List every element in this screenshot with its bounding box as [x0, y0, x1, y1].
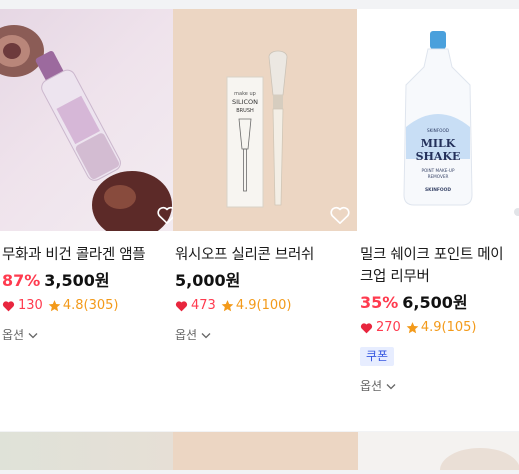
star-icon [406, 322, 419, 334]
option-label: 옵션 [2, 328, 25, 342]
product-image[interactable]: make up SILICON BRUSH [173, 9, 357, 231]
svg-text:MILK: MILK [421, 137, 456, 150]
heart-icon [2, 301, 15, 312]
chevron-down-icon [28, 332, 38, 338]
product-card[interactable]: 무화과 비건 콜라겐 앰플 87% 3,500원 130 4.8(305) 옵션 [0, 9, 184, 343]
like-count: 130 [18, 298, 43, 313]
product-image[interactable] [0, 9, 184, 231]
product-title-line: 밀크 쉐이크 포인트 메이 [360, 247, 504, 263]
brush-illustration: make up SILICON BRUSH [226, 50, 288, 208]
price-row: 5,000원 [173, 270, 357, 292]
product-image-fragment [440, 448, 519, 474]
like-count: 473 [191, 298, 216, 313]
chevron-down-icon [386, 383, 396, 389]
svg-text:REMOVER: REMOVER [428, 174, 449, 179]
review-meta: 270 4.9(105) [358, 319, 519, 337]
svg-text:SHAKE: SHAKE [416, 150, 461, 163]
star-icon [48, 300, 61, 312]
rating-value: 4.8(305) [62, 298, 119, 313]
top-band [0, 0, 519, 9]
heart-icon [175, 301, 188, 312]
review-meta: 473 4.9(100) [173, 297, 357, 315]
discount-rate: 35% [360, 293, 399, 312]
coupon-badge: 쿠폰 [360, 347, 395, 366]
svg-text:SILICON: SILICON [232, 98, 258, 106]
svg-text:BRUSH: BRUSH [236, 108, 254, 114]
product-title[interactable]: 무화과 비건 콜라겐 앰플 [0, 244, 184, 266]
product-image-next[interactable] [0, 432, 173, 470]
wishlist-heart-icon[interactable] [329, 205, 351, 225]
svg-text:make up: make up [234, 91, 256, 97]
product-image-next[interactable] [358, 432, 519, 474]
price-row: 87% 3,500원 [0, 270, 184, 292]
ampoule-illustration [0, 25, 172, 231]
product-card[interactable]: SKINFOOD MILK SHAKE POINT MAKE-UP REMOVE… [358, 9, 519, 394]
option-label: 옵션 [175, 328, 198, 342]
product-title-line: 크업 리무버 [360, 269, 430, 285]
rating-value: 4.9(100) [235, 298, 292, 313]
option-label: 옵션 [360, 379, 383, 393]
product-title[interactable]: 워시오프 실리콘 브러쉬 [173, 244, 357, 266]
review-meta: 130 4.8(305) [0, 297, 184, 315]
star-icon [221, 300, 234, 312]
option-dropdown[interactable]: 옵션 [0, 327, 184, 343]
product-card[interactable]: make up SILICON BRUSH 워시오프 실리콘 브러쉬 5,000… [173, 9, 357, 343]
like-count: 270 [376, 320, 401, 335]
sale-price: 5,000원 [175, 271, 241, 290]
svg-text:SKINFOOD: SKINFOOD [427, 128, 449, 133]
option-dropdown[interactable]: 옵션 [358, 378, 519, 394]
discount-rate: 87% [2, 271, 41, 290]
svg-text:POINT MAKE-UP: POINT MAKE-UP [421, 168, 455, 173]
price-row: 35% 6,500원 [358, 292, 519, 314]
chevron-down-icon [201, 332, 211, 338]
sale-price: 6,500원 [402, 293, 468, 312]
heart-icon [360, 323, 373, 334]
product-image[interactable]: SKINFOOD MILK SHAKE POINT MAKE-UP REMOVE… [358, 9, 519, 231]
rating-value: 4.9(105) [420, 320, 477, 335]
sale-price: 3,500원 [44, 271, 110, 290]
milk-bottle-illustration: SKINFOOD MILK SHAKE POINT MAKE-UP REMOVE… [403, 31, 519, 216]
option-dropdown[interactable]: 옵션 [173, 327, 357, 343]
product-title[interactable]: 밀크 쉐이크 포인트 메이 크업 리무버 [358, 244, 519, 288]
product-image-next[interactable] [173, 432, 358, 470]
svg-text:SKINFOOD: SKINFOOD [425, 187, 451, 193]
